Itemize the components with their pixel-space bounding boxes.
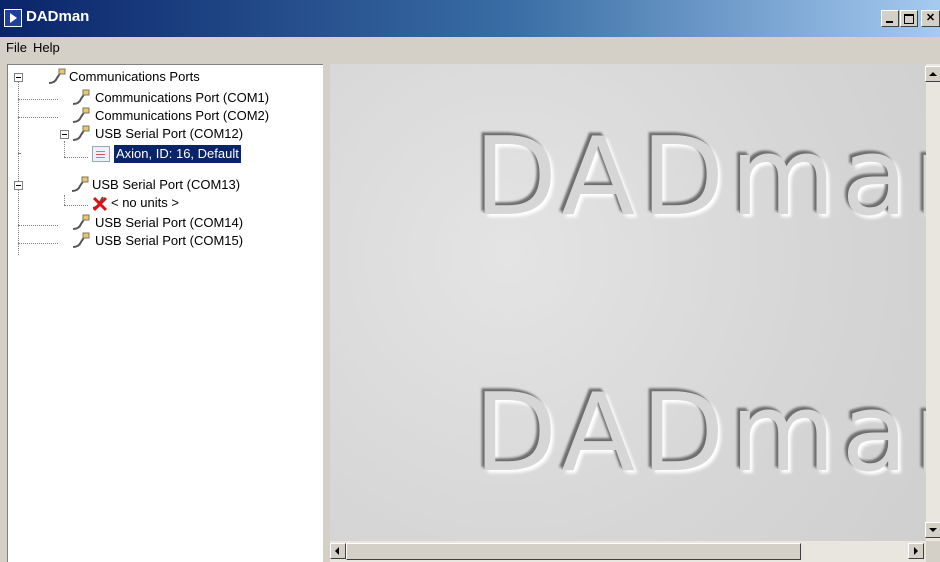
scroll-up-button[interactable] (925, 66, 940, 82)
tree-item-label: USB Serial Port (COM15) (95, 233, 244, 248)
window-title: DADman (26, 8, 90, 25)
tree-root[interactable]: Communications Ports (8, 68, 308, 86)
scroll-right-button[interactable] (908, 543, 924, 559)
tree-item-label: USB Serial Port (COM14) (95, 215, 244, 230)
resize-grip[interactable] (926, 541, 940, 562)
minimize-button[interactable] (881, 10, 899, 27)
tree-item-label: USB Serial Port (COM13) (92, 177, 241, 192)
menu-bar: File Help (0, 37, 940, 59)
tree-item-label: Communications Port (COM2) (95, 108, 270, 123)
horizontal-scrollbar[interactable] (330, 541, 926, 562)
collapse-icon[interactable] (60, 130, 69, 139)
splash-panel: DADman DADman (330, 64, 926, 541)
vertical-scrollbar[interactable] (925, 64, 940, 541)
serial-cable-icon (48, 68, 66, 84)
serial-cable-icon (72, 214, 90, 230)
menu-file[interactable]: File (6, 40, 27, 55)
serial-cable-icon (72, 125, 90, 141)
pane-splitter[interactable] (323, 62, 330, 562)
scroll-down-button[interactable] (925, 522, 940, 538)
tree-item-label: Axion, ID: 16, Default (113, 144, 242, 164)
tree-item-label: USB Serial Port (COM12) (95, 126, 244, 141)
tree-item-com15[interactable]: USB Serial Port (COM15) (8, 232, 308, 250)
tree-item-label: Communications Port (COM1) (95, 90, 270, 105)
dadman-logo-text: DADman (474, 371, 926, 496)
serial-cable-icon (72, 107, 90, 123)
tree-item-com14[interactable]: USB Serial Port (COM14) (8, 214, 308, 232)
scroll-left-button[interactable] (330, 543, 346, 559)
device-unit-icon (92, 146, 110, 162)
no-units-x-icon (92, 196, 108, 212)
horizontal-scroll-thumb[interactable] (346, 543, 801, 560)
tree-item-axion-unit[interactable]: Axion, ID: 16, Default (8, 144, 308, 164)
title-bar: DADman ✕ (0, 0, 940, 37)
collapse-icon[interactable] (14, 181, 23, 190)
collapse-icon[interactable] (14, 73, 23, 82)
close-button[interactable]: ✕ (921, 10, 940, 27)
serial-cable-icon (71, 176, 89, 192)
maximize-button[interactable] (900, 10, 918, 27)
tree-item-com1[interactable]: Communications Port (COM1) (8, 89, 308, 107)
serial-cable-icon (72, 89, 90, 105)
tree-item-label: Communications Ports (69, 69, 200, 84)
tree-item-com2[interactable]: Communications Port (COM2) (8, 107, 308, 125)
ports-tree[interactable]: Communications Ports Communications Port… (7, 64, 323, 562)
menu-help[interactable]: Help (33, 40, 60, 55)
tree-item-com12[interactable]: USB Serial Port (COM12) (8, 125, 308, 143)
tree-item-no-units[interactable]: < no units > (8, 194, 308, 212)
tree-item-label: < no units > (111, 195, 179, 210)
tree-item-com13[interactable]: USB Serial Port (COM13) (8, 176, 308, 194)
app-icon[interactable] (4, 9, 22, 27)
serial-cable-icon (72, 232, 90, 248)
dadman-logo-text: DADman (474, 115, 926, 240)
